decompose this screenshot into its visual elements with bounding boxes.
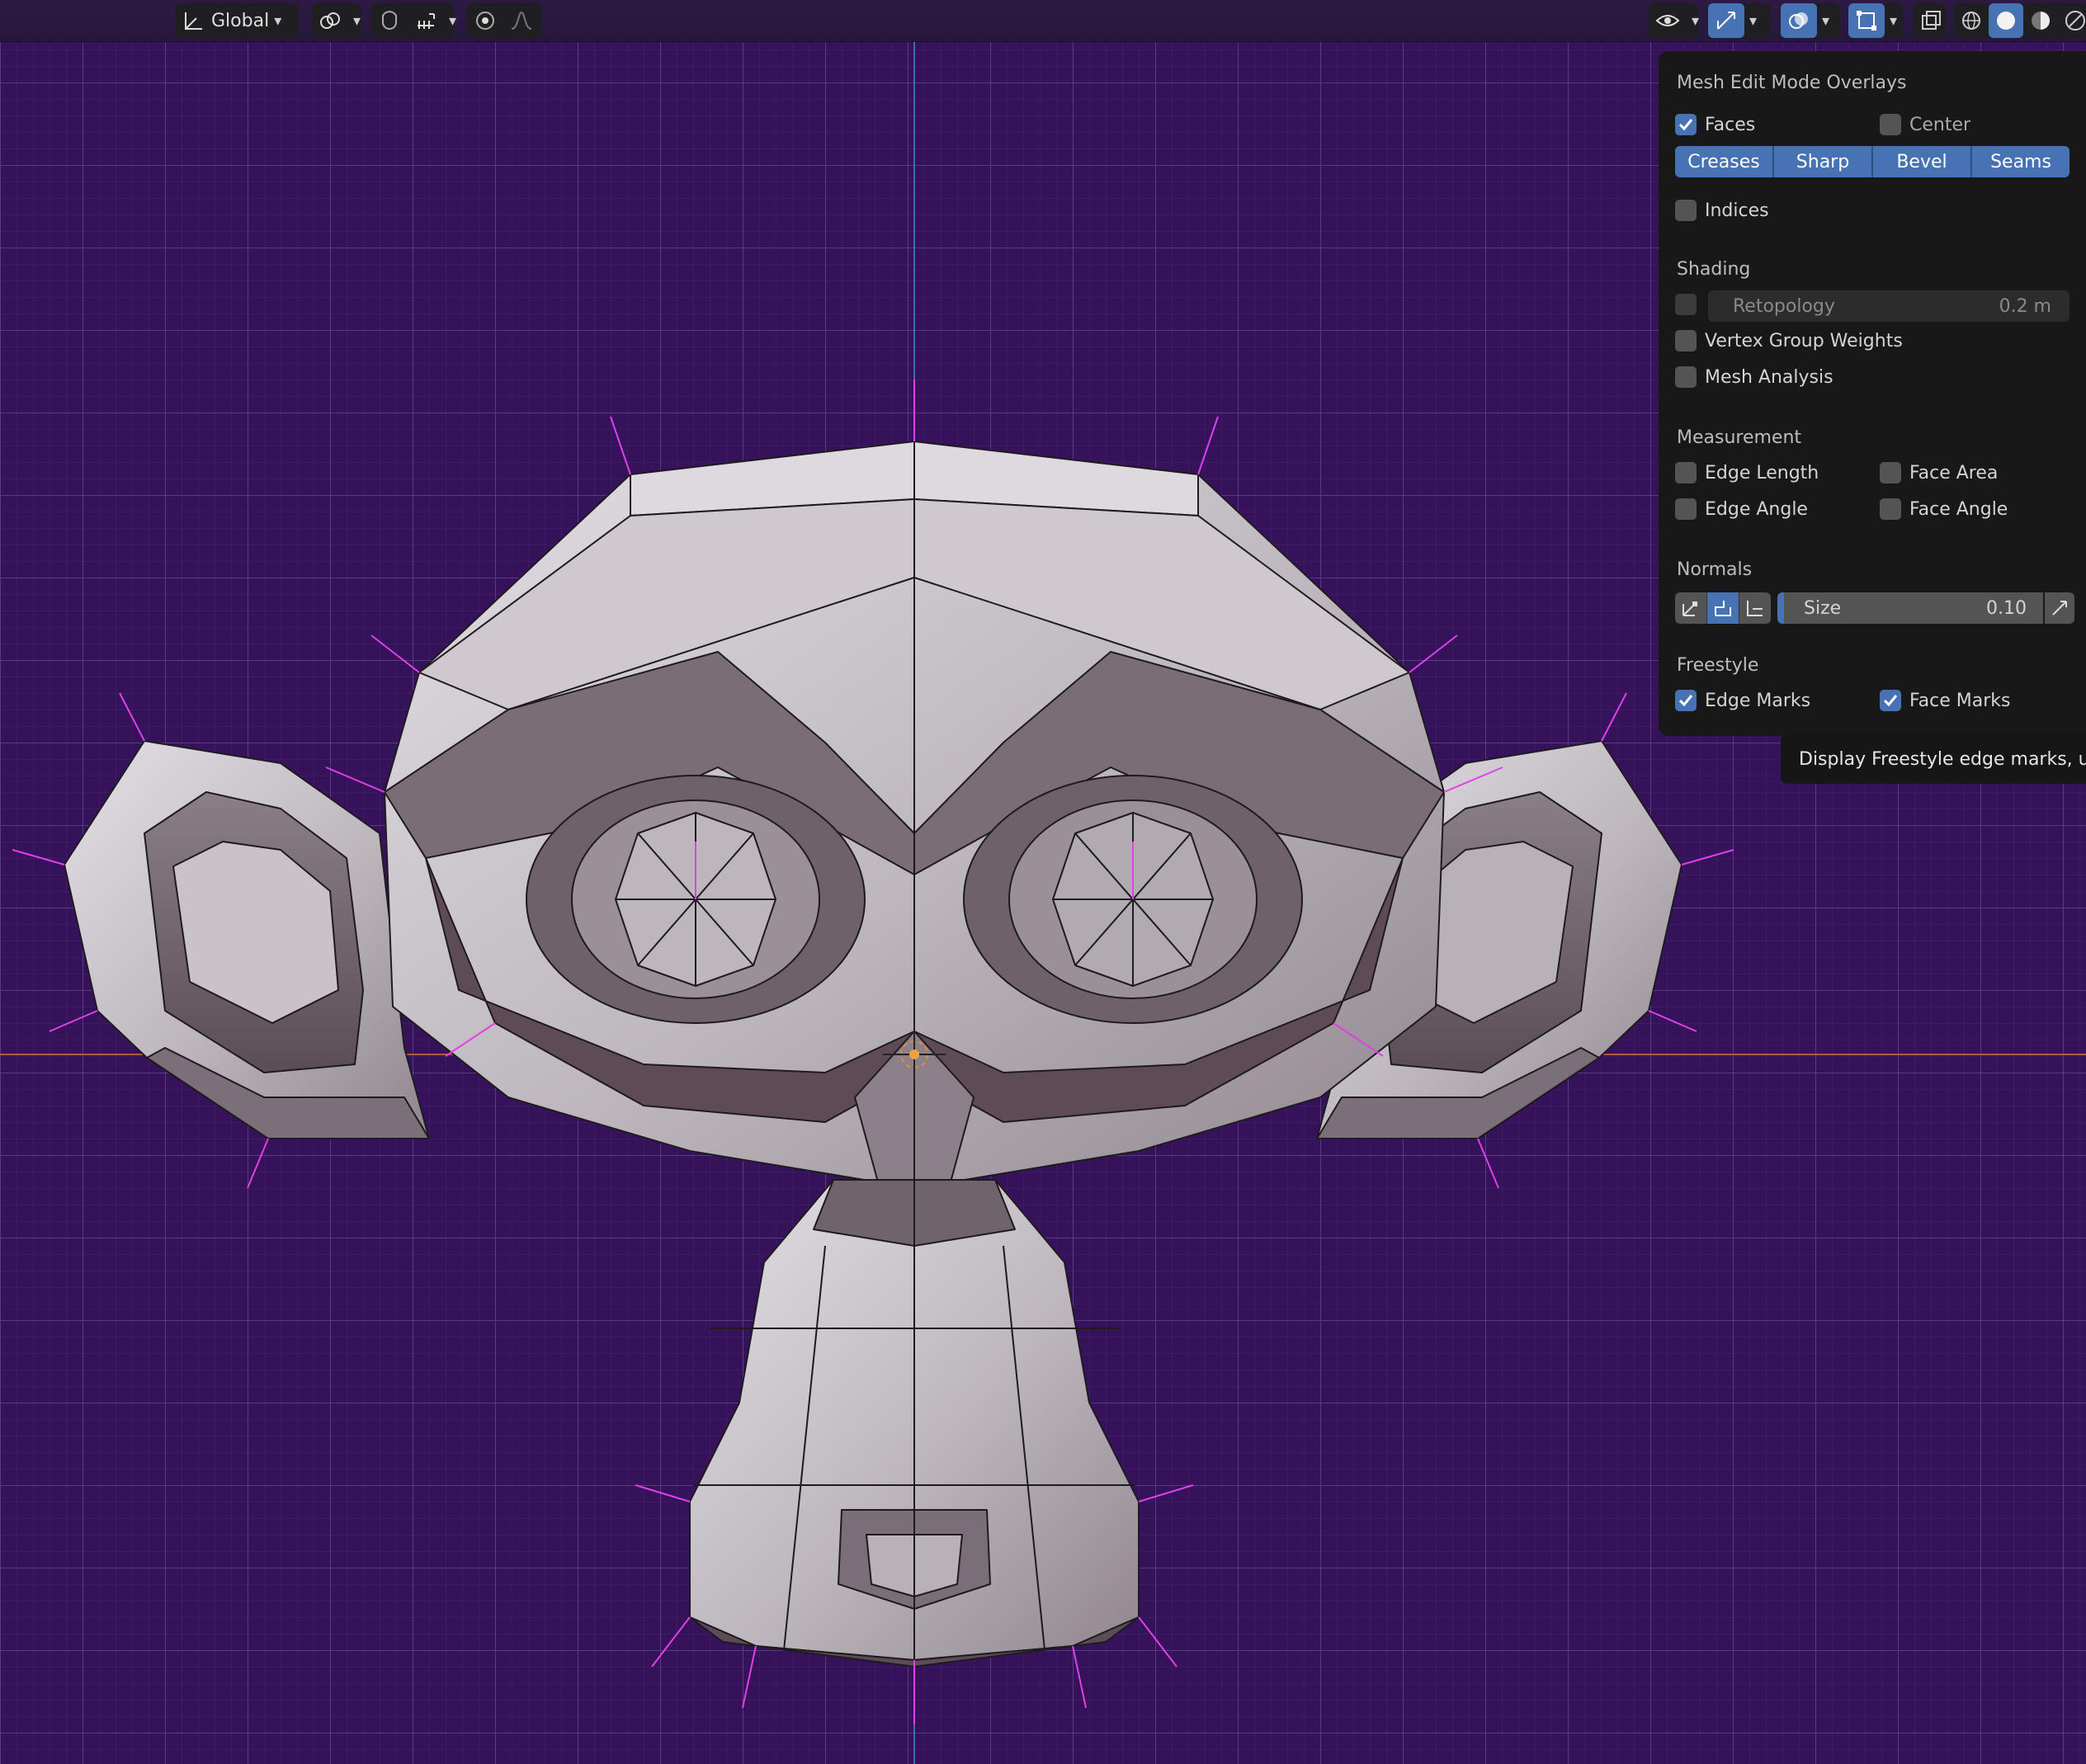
shading-mode-buttons[interactable]	[1954, 3, 2086, 38]
chevron-down-icon: ▾	[1749, 12, 1758, 30]
mesh-analysis-checkbox[interactable]: Mesh Analysis	[1675, 366, 1834, 388]
face-area-checkbox[interactable]: Face Area	[1880, 462, 1998, 483]
chevron-down-icon: ▾	[353, 12, 361, 30]
checkmark-icon	[1880, 690, 1901, 711]
faces-label: Faces	[1705, 114, 1756, 135]
edge-marks-label: Edge Marks	[1705, 690, 1811, 711]
diagonal-arrow-icon	[2051, 599, 2069, 617]
edge-angle-label: Edge Angle	[1705, 498, 1808, 520]
retopology-checkbox[interactable]	[1675, 294, 1705, 315]
chevron-down-icon: ▾	[1890, 12, 1898, 30]
retopology-label: Retopology	[1733, 295, 1835, 317]
checkbox-box	[1675, 330, 1697, 351]
checkbox-box	[1880, 114, 1901, 135]
seams-button[interactable]: Seams	[1972, 146, 2069, 177]
eye-icon	[1649, 3, 1687, 38]
normals-size-label: Size	[1804, 597, 1842, 619]
pivot-point-dropdown[interactable]: ▾	[312, 3, 361, 38]
mesh-edit-overlays-dropdown[interactable]: ▾	[1848, 3, 1903, 38]
visibility-dropdown[interactable]: ▾	[1649, 3, 1700, 38]
gizmo-icon	[1708, 3, 1744, 38]
viewport-header: Global ▾ ▾ ▾ ▾ ▾ ▾ ▾	[0, 0, 2086, 42]
orientation-icon	[175, 3, 211, 38]
proportional-icon	[467, 3, 503, 38]
retopology-value: 0.2 m	[1999, 295, 2051, 317]
freestyle-section-title: Freestyle	[1677, 655, 1759, 676]
edge-length-label: Edge Length	[1705, 462, 1819, 483]
checkbox-box	[1880, 498, 1901, 520]
face-marks-label: Face Marks	[1909, 690, 2011, 711]
normals-constant-screen-size-toggle[interactable]	[2045, 592, 2074, 624]
vertex-group-weights-checkbox[interactable]: Vertex Group Weights	[1675, 330, 1903, 351]
edge-type-buttons: Creases Sharp Bevel Seams	[1675, 146, 2069, 177]
overlays-icon	[1781, 3, 1817, 38]
mesh-overlay-icon	[1848, 3, 1885, 38]
tooltip: Display Freestyle edge marks, use	[1781, 734, 2086, 784]
indices-label: Indices	[1705, 200, 1769, 221]
split-normals-icon[interactable]	[1707, 592, 1739, 624]
checkbox-box	[1675, 462, 1697, 483]
vertex-normals-icon[interactable]	[1675, 592, 1707, 624]
panel-title: Mesh Edit Mode Overlays	[1677, 73, 1907, 93]
magnet-icon	[371, 3, 408, 38]
checkbox-box	[1675, 200, 1697, 221]
checkmark-icon	[1675, 690, 1697, 711]
face-marks-checkbox[interactable]: Face Marks	[1880, 690, 2010, 711]
snap-increment-icon	[408, 3, 444, 38]
chevron-down-icon: ▾	[274, 12, 282, 30]
snap-toggle[interactable]: ▾	[371, 3, 457, 38]
vertex-group-weights-label: Vertex Group Weights	[1705, 330, 1903, 351]
faces-checkbox[interactable]: Faces	[1675, 114, 1755, 135]
checkbox-box	[1675, 366, 1697, 388]
transform-orientation-dropdown[interactable]: Global ▾	[175, 3, 299, 38]
checkbox-box	[1880, 462, 1901, 483]
overlays-dropdown[interactable]: ▾	[1781, 3, 1840, 38]
checkbox-box	[1675, 498, 1697, 520]
wireframe-shading-icon[interactable]	[1954, 3, 1989, 38]
checkmark-icon	[1675, 114, 1697, 135]
xray-icon	[1913, 3, 1949, 38]
solid-shading-icon[interactable]	[1989, 3, 2023, 38]
creases-button[interactable]: Creases	[1675, 146, 1774, 177]
checkbox-box	[1675, 294, 1697, 315]
center-label: Center	[1909, 114, 1971, 135]
gizmo-dropdown[interactable]: ▾	[1708, 3, 1771, 38]
normals-display-buttons	[1675, 592, 1771, 624]
bevel-button[interactable]: Bevel	[1873, 146, 1972, 177]
edge-length-checkbox[interactable]: Edge Length	[1675, 462, 1819, 483]
face-angle-label: Face Angle	[1909, 498, 2008, 520]
normals-size-value: 0.10	[1986, 597, 2027, 619]
measurement-section-title: Measurement	[1677, 427, 1802, 448]
face-angle-checkbox[interactable]: Face Angle	[1880, 498, 2008, 520]
chevron-down-icon: ▾	[449, 12, 457, 30]
retopology-offset-field[interactable]: Retopology 0.2 m	[1708, 290, 2069, 322]
link-icon	[312, 3, 348, 38]
face-area-label: Face Area	[1909, 462, 1999, 483]
chevron-down-icon: ▾	[1822, 12, 1830, 30]
edge-marks-checkbox[interactable]: Edge Marks	[1675, 690, 1810, 711]
rendered-shading-icon[interactable]	[2058, 3, 2086, 38]
center-checkbox[interactable]: Center	[1880, 114, 1970, 135]
sharp-button[interactable]: Sharp	[1774, 146, 1873, 177]
orientation-label: Global	[211, 10, 270, 31]
mesh-edit-overlays-panel: Mesh Edit Mode Overlays Faces Center Cre…	[1659, 51, 2086, 736]
xray-toggle[interactable]	[1913, 3, 1946, 38]
proportional-editing-toggle[interactable]	[467, 3, 541, 38]
edge-angle-checkbox[interactable]: Edge Angle	[1675, 498, 1808, 520]
chevron-down-icon: ▾	[1692, 12, 1700, 30]
mesh-analysis-label: Mesh Analysis	[1705, 366, 1834, 388]
shading-section-title: Shading	[1677, 259, 1751, 280]
indices-checkbox[interactable]: Indices	[1675, 200, 1769, 221]
falloff-curve-icon	[503, 3, 540, 38]
face-normals-icon[interactable]	[1739, 592, 1771, 624]
normals-section-title: Normals	[1677, 559, 1753, 580]
normals-size-field[interactable]: Size 0.10	[1777, 592, 2043, 624]
material-shading-icon[interactable]	[2023, 3, 2058, 38]
